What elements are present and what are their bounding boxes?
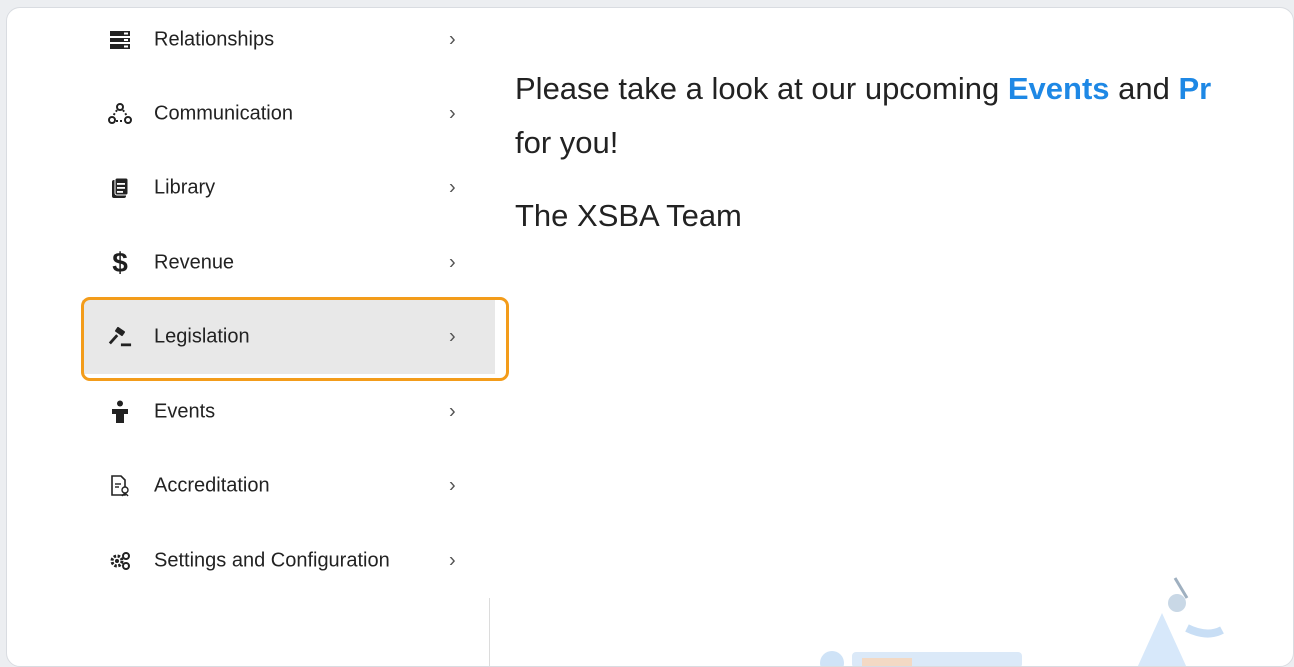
sidebar-nav: Relationships › Communication › Library … <box>82 8 495 666</box>
sidebar-item-label: Events <box>154 400 216 423</box>
sidebar-item-relationships[interactable]: Relationships › <box>82 8 495 77</box>
chevron-right-icon: › <box>449 176 456 199</box>
welcome-message: Please take a look at our upcoming Event… <box>515 62 1229 170</box>
sidebar-item-label: Legislation <box>154 325 250 348</box>
chevron-right-icon: › <box>449 474 456 497</box>
chevron-right-icon: › <box>449 325 456 348</box>
sidebar-item-label: Relationships <box>154 28 275 51</box>
chevron-right-icon: › <box>449 549 456 572</box>
sidebar-item-legislation[interactable]: Legislation › <box>82 300 495 374</box>
sidebar-item-communication[interactable]: Communication › <box>82 77 495 151</box>
sidebar-item-label: Settings and Configuration <box>154 549 390 572</box>
sidebar-item-label: Accreditation <box>154 474 270 497</box>
gears-icon <box>108 549 132 573</box>
chevron-right-icon: › <box>449 28 456 51</box>
communication-icon <box>108 102 132 126</box>
decorative-illustration <box>820 577 1224 666</box>
chevron-right-icon: › <box>449 102 456 125</box>
programs-link[interactable]: Pr <box>1178 71 1211 106</box>
accreditation-doc-icon <box>108 474 132 498</box>
sidebar-item-settings-and-configuration[interactable]: Settings and Configuration › <box>82 524 495 598</box>
library-icon <box>108 176 132 200</box>
divider <box>489 598 490 666</box>
events-link[interactable]: Events <box>1008 71 1110 106</box>
chevron-right-icon: › <box>449 400 456 423</box>
message-line-1: Please take a look at our upcoming Event… <box>515 71 1212 106</box>
app-window: Relationships › Communication › Library … <box>6 7 1294 667</box>
relationships-icon <box>108 28 132 52</box>
dollar-icon: $ <box>112 247 128 278</box>
signoff-text: The XSBA Team <box>515 198 742 233</box>
person-podium-icon <box>108 400 132 424</box>
sidebar-item-label: Communication <box>154 102 293 125</box>
gavel-icon <box>108 325 132 349</box>
sidebar-item-revenue[interactable]: $ Revenue › <box>82 226 495 300</box>
sidebar-item-library[interactable]: Library › <box>82 151 495 225</box>
message-line-2: for you! <box>515 125 619 160</box>
sidebar-item-accreditation[interactable]: Accreditation › <box>82 449 495 523</box>
chevron-right-icon: › <box>449 251 456 274</box>
sidebar-item-events[interactable]: Events › <box>82 375 495 449</box>
sidebar-item-label: Library <box>154 176 216 199</box>
sidebar-item-label: Revenue <box>154 251 235 274</box>
